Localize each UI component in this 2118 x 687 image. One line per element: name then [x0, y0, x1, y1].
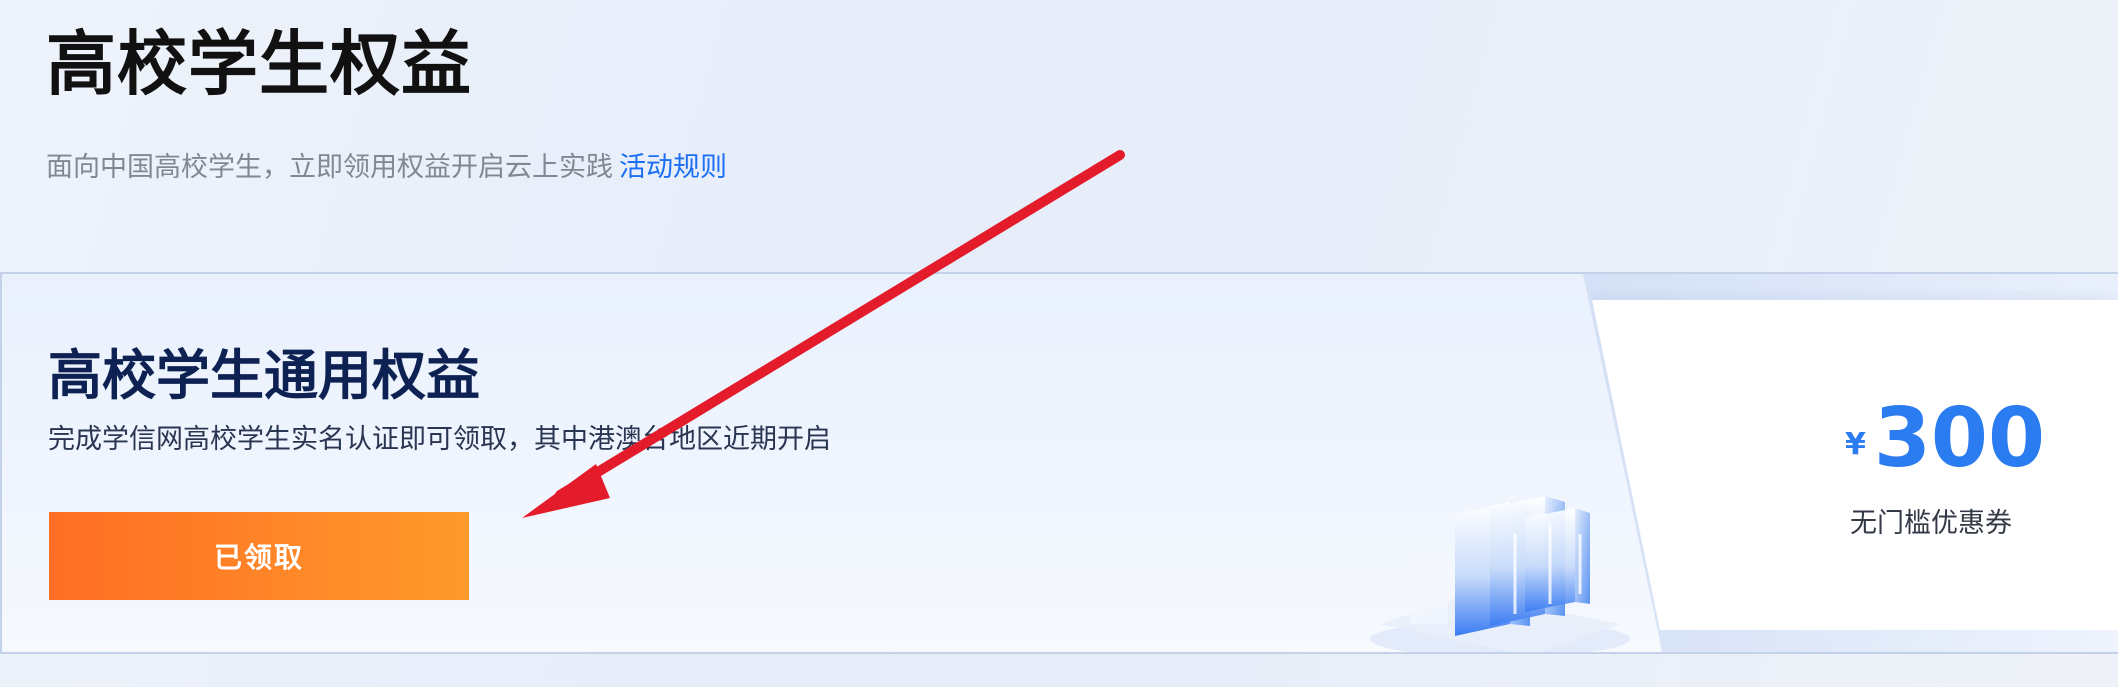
rules-link[interactable]: 活动规则	[619, 152, 727, 183]
benefit-card: 高校学生通用权益 完成学信网高校学生实名认证即可领取，其中港澳台地区近期开启 已…	[0, 272, 2118, 654]
page-subtitle: 面向中国高校学生，立即领用权益开启云上实践 活动规则	[46, 148, 727, 188]
coupon-price: ¥300	[1845, 394, 2045, 484]
card-left-border	[0, 274, 2, 652]
coupon-amount: 300	[1873, 391, 2046, 486]
card-description: 完成学信网高校学生实名认证即可领取，其中港澳台地区近期开启	[48, 424, 831, 455]
server-racks-illustration	[1370, 496, 1630, 652]
coupon-label: 无门槛优惠券	[1850, 508, 2012, 539]
page-title: 高校学生权益	[46, 23, 472, 105]
card-title: 高校学生通用权益	[48, 344, 480, 407]
claimed-button[interactable]: 已领取	[49, 512, 469, 600]
currency-symbol: ¥	[1845, 427, 1866, 462]
subtitle-text: 面向中国高校学生，立即领用权益开启云上实践	[46, 152, 613, 183]
